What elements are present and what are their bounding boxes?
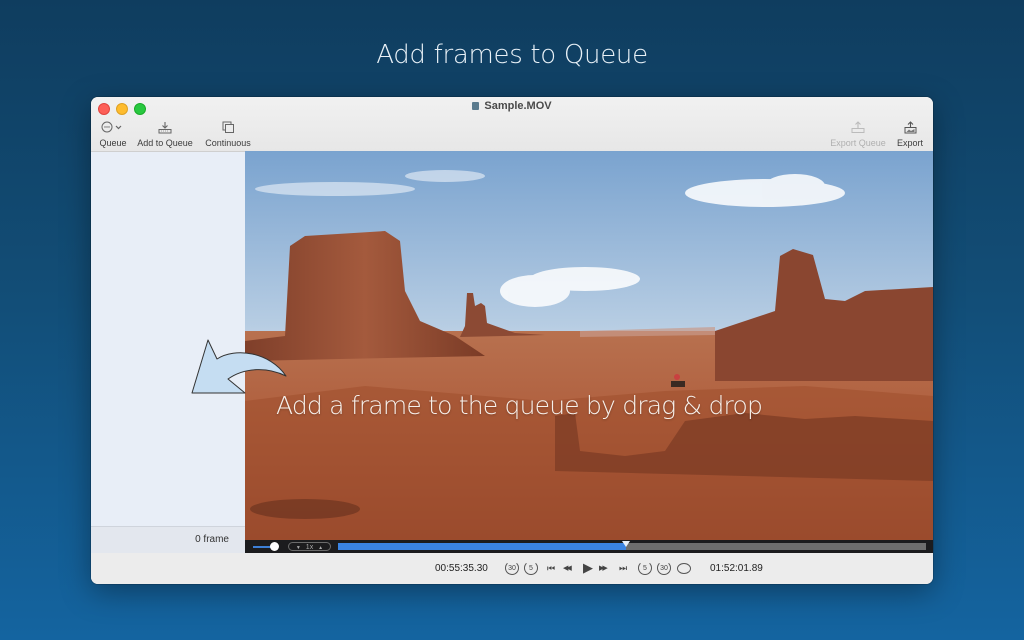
export-label: Export (895, 138, 925, 148)
skip-back-30-button[interactable]: 30 (505, 560, 519, 576)
speed-label: 1x (306, 544, 313, 551)
timeline-progress (338, 543, 626, 550)
window-title-text: Sample.MOV (484, 100, 551, 112)
skip-back-5-button[interactable]: 5 (524, 560, 538, 576)
fast-forward-icon: ▶▶ (599, 564, 606, 572)
skip-forward-5-button[interactable]: 5 (638, 560, 652, 576)
play-button[interactable]: ▶ (583, 560, 593, 576)
duration-time: 01:52:01.89 (710, 563, 763, 574)
speed-up-icon[interactable]: ▲ (318, 545, 323, 551)
playhead-handle[interactable] (622, 541, 630, 547)
frame-count: 0 frame (195, 534, 229, 545)
skip-forward-30-icon: 30 (657, 561, 671, 575)
video-player[interactable]: Add a frame to the queue by drag & drop (245, 151, 933, 540)
document-icon (472, 102, 479, 110)
title-bar: Sample.MOV Queue Add to Queue Continuous… (91, 97, 933, 152)
skip-forward-5-icon: 5 (638, 561, 652, 575)
video-frame (245, 151, 933, 540)
playback-controls: 00:55:35.30 30 5 ⏮ ◀◀ ▶ ▶▶ ⏭ 5 30 01:52:… (91, 553, 933, 584)
fast-forward-button[interactable]: ▶▶ (599, 560, 606, 576)
drag-arrow-icon (190, 337, 290, 397)
skip-back-30-icon: 30 (505, 561, 519, 575)
go-to-end-icon: ⏭ (619, 563, 627, 574)
continuous-button[interactable]: Continuous (204, 119, 252, 148)
speed-down-icon[interactable]: ▼ (296, 545, 301, 551)
queue-menu-icon (99, 119, 127, 135)
subtitles-button[interactable] (677, 560, 691, 576)
rewind-icon: ◀◀ (563, 564, 570, 572)
queue-menu-button[interactable]: Queue (99, 119, 127, 148)
rewind-button[interactable]: ◀◀ (563, 560, 570, 576)
add-to-queue-label: Add to Queue (137, 138, 193, 148)
headline: Add frames to Queue (0, 40, 1024, 70)
export-button[interactable]: Export (895, 119, 925, 148)
export-icon (895, 119, 925, 135)
window-title: Sample.MOV (91, 100, 933, 112)
add-to-queue-button[interactable]: Add to Queue (137, 119, 193, 148)
add-to-queue-icon (137, 119, 193, 135)
export-queue-icon (829, 119, 887, 135)
go-to-start-icon: ⏮ (547, 563, 555, 574)
volume-knob[interactable] (270, 542, 279, 551)
continuous-icon (204, 119, 252, 135)
timeline-track[interactable] (338, 543, 926, 550)
sidebar-footer: 0 frame (91, 526, 245, 555)
speech-bubble-icon (677, 563, 691, 574)
current-time: 00:55:35.30 (435, 563, 488, 574)
queue-label: Queue (99, 138, 127, 148)
export-queue-label: Export Queue (829, 138, 887, 148)
export-queue-button[interactable]: Export Queue (829, 119, 887, 148)
scrubber-bar: ▼ 1x ▲ (245, 540, 933, 553)
skip-back-5-icon: 5 (524, 561, 538, 575)
rider (674, 374, 680, 380)
go-to-start-button[interactable]: ⏮ (547, 560, 555, 576)
go-to-end-button[interactable]: ⏭ (619, 560, 627, 576)
play-icon: ▶ (583, 560, 593, 576)
shadow (250, 499, 360, 519)
speed-control[interactable]: ▼ 1x ▲ (288, 542, 331, 551)
drag-drop-hint: Add a frame to the queue by drag & drop (276, 391, 762, 420)
horse (671, 381, 685, 387)
skip-forward-30-button[interactable]: 30 (657, 560, 671, 576)
continuous-label: Continuous (204, 138, 252, 148)
